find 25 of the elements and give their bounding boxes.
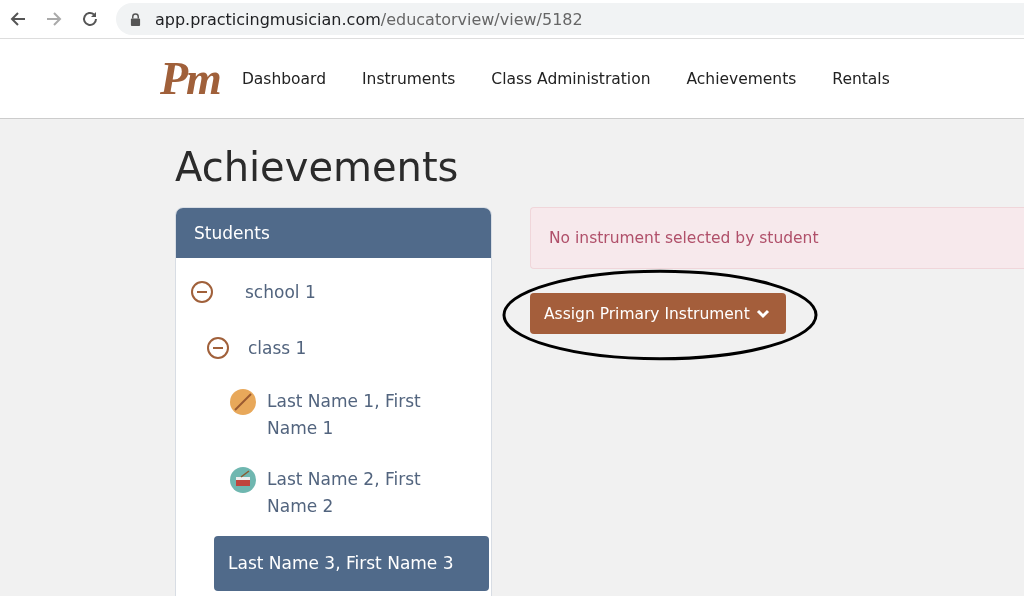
collapse-icon[interactable] <box>190 280 214 304</box>
tree-group-label[interactable]: class 1 <box>248 338 307 358</box>
collapse-icon[interactable] <box>206 336 230 360</box>
nav-link[interactable]: Dashboard <box>241 69 326 88</box>
url-path: /educatorview/view/5182 <box>380 9 583 29</box>
nav-link[interactable]: Achievements <box>686 69 797 88</box>
assign-instrument-button[interactable]: Assign Primary Instrument <box>530 293 786 334</box>
alert-message: No instrument selected by student <box>530 207 1024 269</box>
logo[interactable]: Pm <box>160 52 220 105</box>
url-host: app.practicingmusician.com <box>155 9 381 29</box>
instrument-avatar-icon <box>229 388 257 416</box>
drum-avatar-icon <box>229 466 257 494</box>
lock-icon <box>130 12 141 26</box>
nav-link[interactable]: Class Administration <box>491 69 651 88</box>
tree-group-label[interactable]: school 1 <box>245 282 316 302</box>
reload-icon[interactable] <box>80 9 100 29</box>
student-item[interactable]: Last Name 2, First Name 2 <box>267 466 451 520</box>
address-bar[interactable]: app.practicingmusician.com/educatorview/view/5182 <box>116 3 1024 35</box>
panel-header: Students <box>176 208 491 258</box>
student-item[interactable]: Last Name 1, First Name 1 <box>267 388 451 442</box>
nav-link[interactable]: Rentals <box>832 69 890 88</box>
nav-link[interactable]: Instruments <box>362 69 456 88</box>
page-title: Achievements <box>175 143 460 191</box>
chevron-down-icon <box>755 308 770 319</box>
student-item[interactable]: Last Name 3, First Name 3 <box>214 536 489 591</box>
